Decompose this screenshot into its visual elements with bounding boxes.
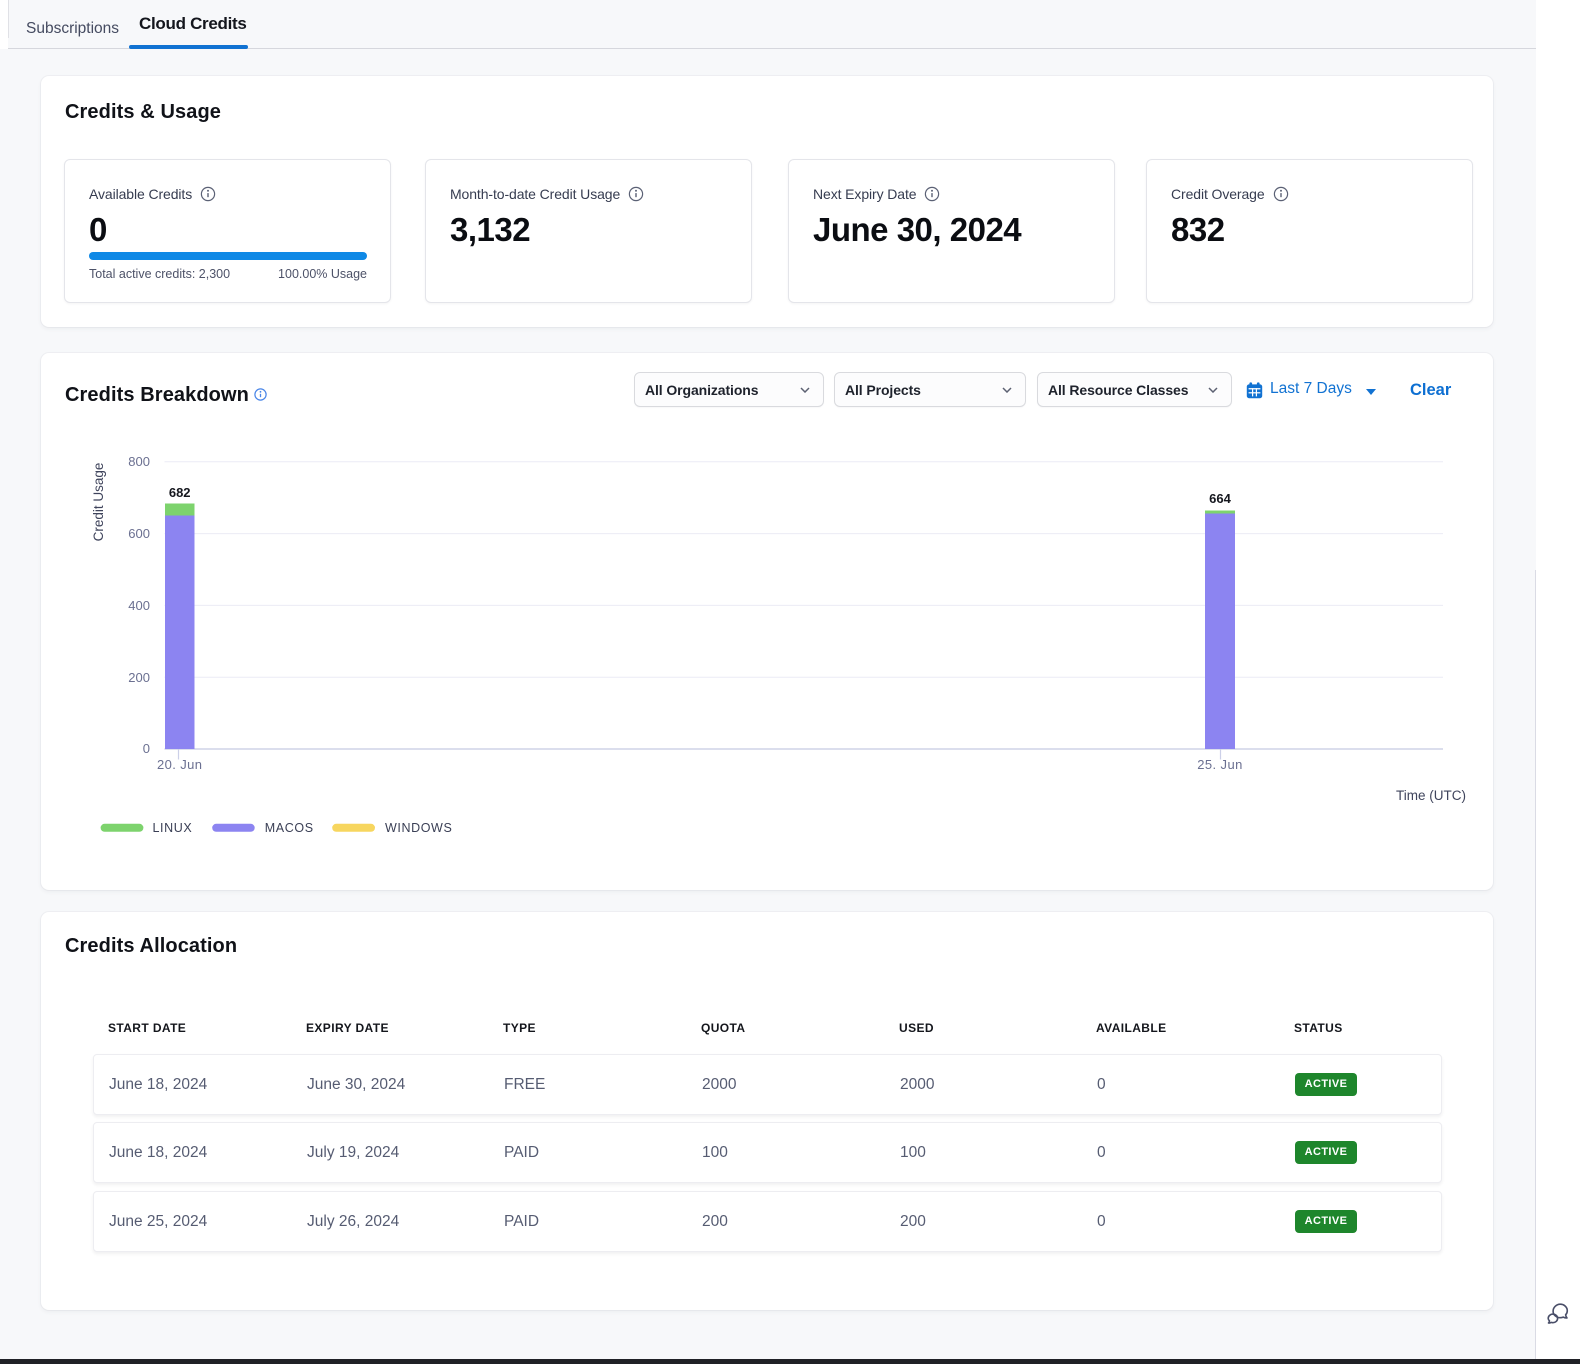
svg-text:Time (UTC): Time (UTC) bbox=[1396, 788, 1466, 803]
svg-text:WINDOWS: WINDOWS bbox=[385, 821, 452, 835]
svg-text:MACOS: MACOS bbox=[265, 821, 314, 835]
svg-text:0: 0 bbox=[143, 741, 150, 756]
svg-text:20. Jun: 20. Jun bbox=[157, 757, 202, 772]
svg-text:682: 682 bbox=[169, 485, 191, 500]
svg-text:664: 664 bbox=[1209, 491, 1231, 506]
svg-text:LINUX: LINUX bbox=[153, 821, 193, 835]
svg-text:400: 400 bbox=[128, 598, 150, 613]
svg-text:25. Jun: 25. Jun bbox=[1197, 757, 1242, 772]
svg-text:200: 200 bbox=[128, 670, 150, 685]
svg-text:800: 800 bbox=[128, 454, 150, 469]
svg-text:600: 600 bbox=[128, 526, 150, 541]
svg-text:Credit Usage: Credit Usage bbox=[91, 463, 106, 542]
